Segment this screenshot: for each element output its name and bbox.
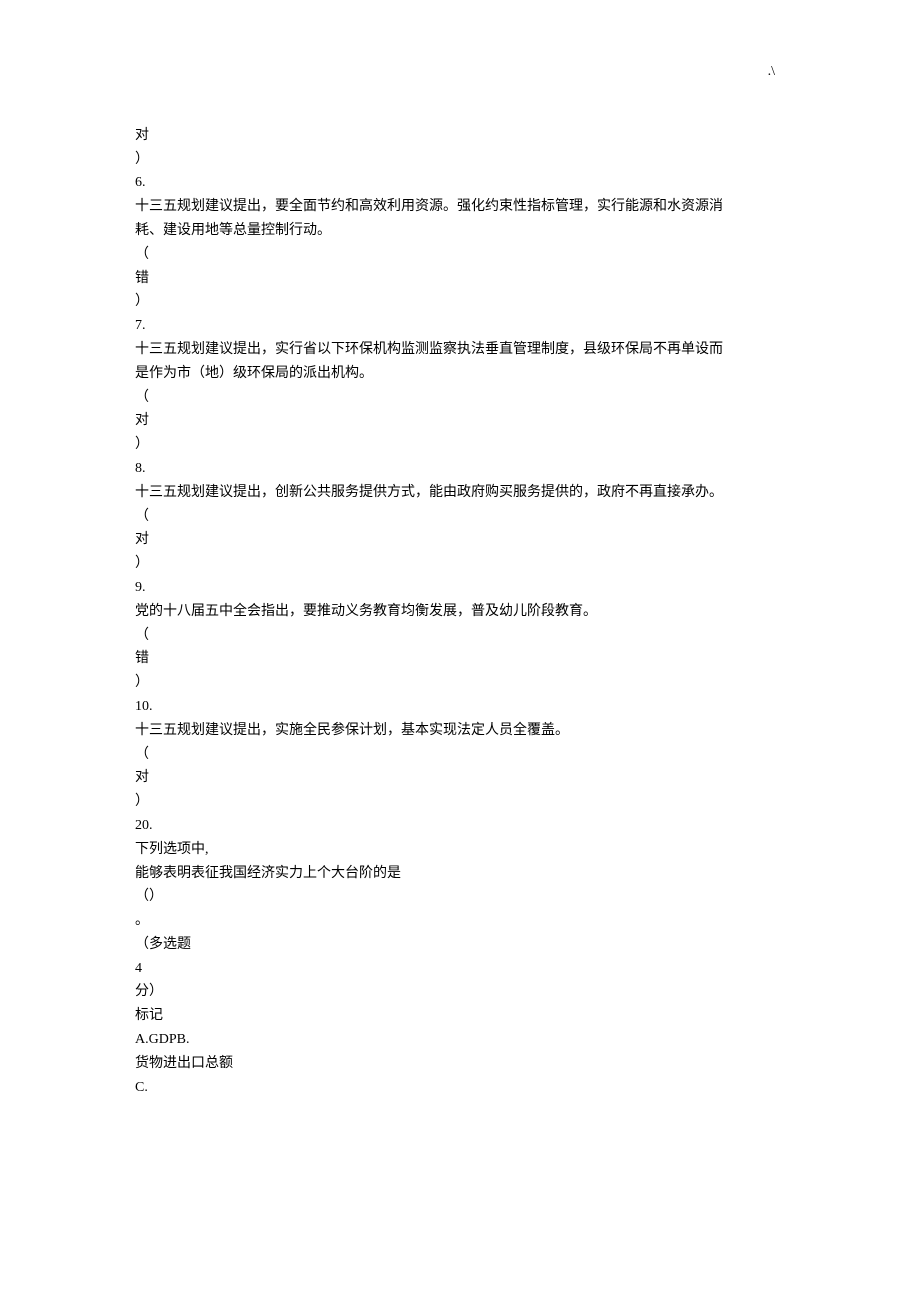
text-line: （	[135, 505, 785, 529]
text-line: ）	[135, 148, 785, 172]
text-line: （	[135, 243, 785, 267]
text-line: 党的十八届五中全会指出，要推动义务教育均衡发展，普及幼儿阶段教育。	[135, 600, 785, 624]
text-line: 错	[135, 267, 785, 291]
text-line: ）	[135, 790, 785, 814]
text-line: 8.	[135, 457, 785, 481]
text-line: （多选题	[135, 933, 785, 957]
text-line: 对	[135, 124, 785, 148]
text-line: 10.	[135, 695, 785, 719]
text-line: 下列选项中,	[135, 838, 785, 862]
text-line: 耗、建设用地等总量控制行动。	[135, 219, 785, 243]
text-line: 十三五规划建议提出，创新公共服务提供方式，能由政府购买服务提供的，政府不再直接承…	[135, 481, 785, 505]
text-line: 错	[135, 647, 785, 671]
text-line: 货物进出口总额	[135, 1052, 785, 1076]
text-line: 20.	[135, 814, 785, 838]
text-line: C.	[135, 1076, 785, 1100]
text-line: 。	[135, 909, 785, 933]
text-line: 分）	[135, 980, 785, 1004]
text-line: 4	[135, 957, 785, 981]
text-line: 是作为市（地）级环保局的派出机构。	[135, 362, 785, 386]
text-line: （	[135, 743, 785, 767]
text-line: 9.	[135, 576, 785, 600]
document-body: 对）6.十三五规划建议提出，要全面节约和高效利用资源。强化约束性指标管理，实行能…	[135, 124, 785, 1100]
text-line: 十三五规划建议提出，实行省以下环保机构监测监察执法垂直管理制度，县级环保局不再单…	[135, 338, 785, 362]
text-line: 对	[135, 766, 785, 790]
text-line: 对	[135, 528, 785, 552]
text-line: A.GDPB.	[135, 1028, 785, 1052]
page-marker: .\	[135, 60, 785, 84]
text-line: ）	[135, 433, 785, 457]
text-line: ）	[135, 290, 785, 314]
text-line: 7.	[135, 314, 785, 338]
text-line: （	[135, 386, 785, 410]
text-line: 6.	[135, 171, 785, 195]
document-page: .\ 对）6.十三五规划建议提出，要全面节约和高效利用资源。强化约束性指标管理，…	[0, 0, 920, 1159]
text-line: ）	[135, 552, 785, 576]
text-line: 十三五规划建议提出，要全面节约和高效利用资源。强化约束性指标管理，实行能源和水资…	[135, 195, 785, 219]
text-line: （）	[135, 885, 785, 909]
text-line: 能够表明表征我国经济实力上个大台阶的是	[135, 862, 785, 886]
text-line: （	[135, 624, 785, 648]
text-line: 标记	[135, 1004, 785, 1028]
text-line: ）	[135, 671, 785, 695]
text-line: 对	[135, 409, 785, 433]
text-line: 十三五规划建议提出，实施全民参保计划，基本实现法定人员全覆盖。	[135, 719, 785, 743]
